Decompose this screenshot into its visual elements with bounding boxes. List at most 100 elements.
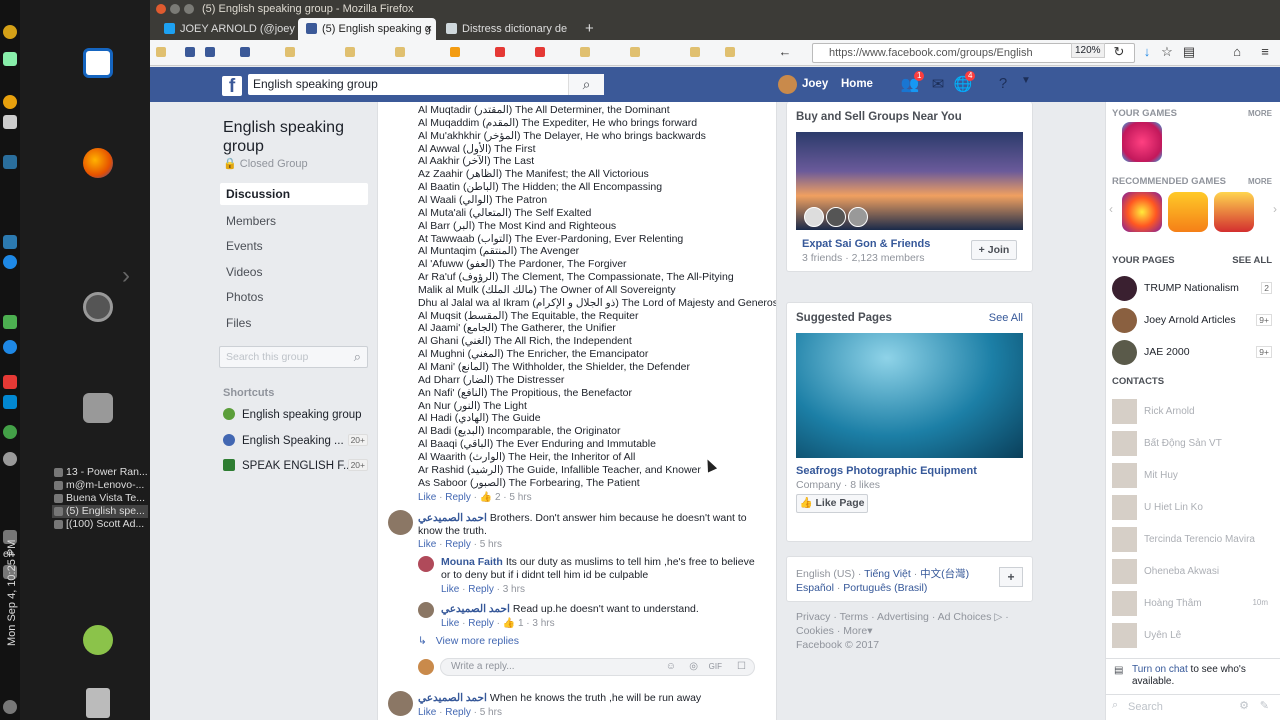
task-item[interactable]: [(100) Scott Ad... <box>52 518 148 531</box>
help-icon[interactable]: ? <box>993 75 1013 93</box>
nav-files[interactable]: Files <box>220 312 368 334</box>
emoji-icon[interactable]: ☺ <box>666 659 676 675</box>
minimize-window-button[interactable] <box>170 4 180 14</box>
join-button[interactable]: + Join <box>971 240 1017 260</box>
footer-link[interactable]: More <box>843 625 867 637</box>
reply-link[interactable]: Reply <box>468 618 494 629</box>
app-icon[interactable] <box>3 452 17 466</box>
chevron-right-icon[interactable]: › <box>1273 202 1277 216</box>
like-link[interactable]: Like <box>441 618 459 629</box>
bookmark-icon[interactable] <box>535 47 545 57</box>
task-item-active[interactable]: (5) English spe... <box>52 505 148 518</box>
nav-members[interactable]: Members <box>220 210 368 232</box>
home-link[interactable]: Home <box>841 78 873 90</box>
reply-link[interactable]: Reply <box>445 707 471 718</box>
comment-author[interactable]: Mouna Faith <box>441 556 503 568</box>
language-link[interactable]: Español <box>796 582 834 594</box>
games-more-link[interactable]: MORE <box>1248 109 1272 118</box>
footer-link[interactable]: Ad Choices <box>938 611 992 623</box>
footer-link[interactable]: Cookies <box>796 625 834 637</box>
language-link[interactable]: Tiếng Việt <box>864 568 911 580</box>
candy-crush-icon[interactable] <box>1122 122 1162 162</box>
footer-link[interactable]: Terms <box>840 611 869 623</box>
bookmark-icon[interactable] <box>495 47 505 57</box>
gif-icon[interactable]: GIF <box>709 659 722 675</box>
nav-events[interactable]: Events <box>220 235 368 257</box>
contact-row[interactable]: Oheneba Akwasi <box>1112 559 1272 585</box>
nav-videos[interactable]: Videos <box>220 261 368 283</box>
task-item[interactable]: Buena Vista Te... <box>52 492 148 505</box>
home-icon[interactable]: ⌂ <box>1230 45 1244 59</box>
zoom-indicator[interactable]: 120% <box>1071 43 1105 58</box>
write-reply-input[interactable]: Write a reply... ☺ ◎ GIF ☐ <box>440 658 755 676</box>
reply-link[interactable]: Reply <box>468 584 494 595</box>
footer-link[interactable]: Advertising <box>877 611 929 623</box>
contact-row[interactable]: U Hiet Lin Ko <box>1112 495 1272 521</box>
facebook-logo[interactable]: f <box>222 76 242 97</box>
app-icon[interactable] <box>3 25 17 39</box>
close-tab-icon[interactable]: × <box>426 18 432 40</box>
tab-twitter[interactable]: JOEY ARNOLD (@joey <box>156 18 296 40</box>
bookmark-icon[interactable] <box>450 47 460 57</box>
add-language-button[interactable]: + <box>999 567 1023 587</box>
shortcut-item[interactable]: English Speaking ... 20+ <box>223 434 368 447</box>
see-all-link[interactable]: See All <box>989 312 1023 324</box>
nav-discussion[interactable]: Discussion <box>220 183 368 205</box>
comment-author[interactable]: احمد الصميدعي <box>418 512 487 524</box>
footer-link[interactable]: Privacy <box>796 611 830 623</box>
app-icon[interactable] <box>3 375 17 389</box>
settings-icon[interactable] <box>83 292 113 322</box>
download-icon[interactable]: ↓ <box>1140 45 1154 59</box>
contact-row[interactable]: Mit Huy <box>1112 463 1272 489</box>
like-link[interactable]: Like <box>418 539 436 550</box>
firefox-icon[interactable] <box>83 148 113 178</box>
commenter-avatar[interactable] <box>418 602 434 618</box>
reload-icon[interactable]: ↻ <box>1112 45 1126 59</box>
like-link[interactable]: Like <box>418 492 436 503</box>
power-icon[interactable] <box>3 700 17 714</box>
trash-icon[interactable] <box>86 688 110 718</box>
tab-facebook[interactable]: (5) English speaking g × <box>298 18 436 40</box>
task-item[interactable]: 13 - Power Ran... <box>52 466 148 479</box>
recommended-more-link[interactable]: MORE <box>1248 177 1272 186</box>
contact-row[interactable]: Bất Động Sản VT <box>1112 431 1272 457</box>
like-link[interactable]: Like <box>418 707 436 718</box>
task-item[interactable]: m@m-Lenovo-... <box>52 479 148 492</box>
group-title[interactable]: English speaking group <box>223 118 363 156</box>
back-icon[interactable]: ← <box>778 45 792 59</box>
app-icon[interactable] <box>3 235 17 249</box>
bookmark-icon[interactable] <box>345 47 355 57</box>
reply-link[interactable]: Reply <box>445 492 471 503</box>
new-tab-button[interactable]: + <box>578 18 600 40</box>
app-icon[interactable] <box>3 315 17 329</box>
reply-link[interactable]: Reply <box>445 539 471 550</box>
bingo-game-icon[interactable] <box>1168 192 1208 232</box>
menu-icon[interactable]: ≡ <box>1258 45 1272 59</box>
commenter-avatar[interactable] <box>388 691 413 716</box>
comment-author[interactable]: احمد الصميدعي <box>441 603 510 615</box>
app-icon[interactable] <box>3 155 17 169</box>
bookmark-icon[interactable] <box>395 47 405 57</box>
like-page-button[interactable]: 👍 Like Page <box>796 494 868 513</box>
bookmark-icon[interactable] <box>185 47 195 57</box>
suggested-group-name[interactable]: Expat Sai Gon & Friends <box>802 238 930 250</box>
nav-photos[interactable]: Photos <box>220 286 368 308</box>
user-icon[interactable] <box>83 625 113 655</box>
bookmark-icon[interactable] <box>240 47 250 57</box>
tab-dictionary[interactable]: Distress dictionary de <box>438 18 578 40</box>
bookmark-icon[interactable] <box>205 47 215 57</box>
contact-row[interactable]: Hoàng Thâm 10m <box>1112 591 1272 617</box>
bookmark-icon[interactable] <box>156 47 166 57</box>
app-icon[interactable] <box>3 255 17 269</box>
language-link[interactable]: 中文(台灣) <box>920 568 969 580</box>
page-row[interactable]: JAE 2000 9+ <box>1112 340 1272 366</box>
profile-link[interactable]: Joey <box>802 78 828 90</box>
app-icon[interactable] <box>3 340 17 354</box>
close-window-button[interactable] <box>156 4 166 14</box>
shortcut-item[interactable]: SPEAK ENGLISH F... 20+ <box>223 459 368 472</box>
library-icon[interactable]: ▤ <box>1182 45 1196 59</box>
text-editor-icon[interactable] <box>83 48 113 78</box>
suggested-page-name[interactable]: Seafrogs Photographic Equipment <box>796 465 977 477</box>
contact-row[interactable]: Tercinda Terencio Mavira <box>1112 527 1272 553</box>
clock[interactable]: Mon Sep 4, 10:25 PM <box>6 540 18 646</box>
